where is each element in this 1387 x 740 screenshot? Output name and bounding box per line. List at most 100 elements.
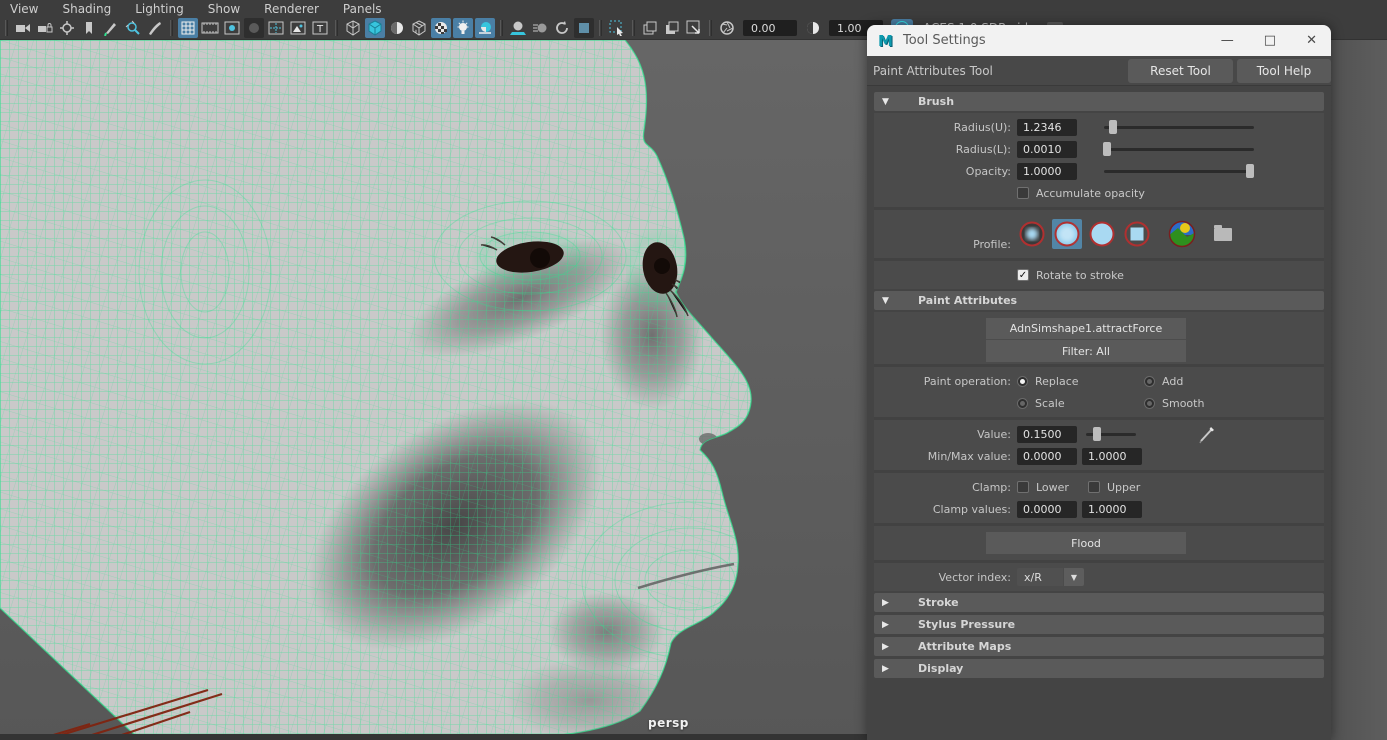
radius-l-field[interactable]: 0.0010 bbox=[1017, 141, 1077, 158]
section-header-stroke[interactable]: ▶ Stroke bbox=[874, 593, 1324, 612]
toolbar-separator bbox=[335, 20, 338, 36]
radio-add[interactable] bbox=[1144, 376, 1155, 387]
section-header-brush[interactable]: ▼ Brush bbox=[874, 92, 1324, 111]
toolbar-separator bbox=[170, 20, 173, 36]
rotate-to-stroke-checkbox[interactable]: ✓ bbox=[1017, 269, 1029, 281]
layer-paste-icon[interactable] bbox=[662, 18, 682, 38]
ssao-icon[interactable] bbox=[508, 18, 528, 38]
tool-help-button[interactable]: Tool Help bbox=[1237, 59, 1331, 83]
accumulate-opacity-checkbox[interactable] bbox=[1017, 187, 1029, 199]
bookmark-icon[interactable] bbox=[79, 18, 99, 38]
3d-viewport[interactable]: persp bbox=[0, 40, 867, 740]
section-header-display[interactable]: ▶ Display bbox=[874, 659, 1324, 678]
hud-text-icon[interactable]: T bbox=[310, 18, 330, 38]
vector-index-dropdown[interactable]: x/R ▼ bbox=[1017, 568, 1084, 586]
profile-solid-icon[interactable] bbox=[1087, 219, 1117, 249]
section-header-stylus-pressure[interactable]: ▶ Stylus Pressure bbox=[874, 615, 1324, 634]
opacity-field[interactable]: 1.0000 bbox=[1017, 163, 1077, 180]
resolution-gate-icon[interactable] bbox=[222, 18, 242, 38]
clamp-upper-checkbox[interactable] bbox=[1088, 481, 1100, 493]
value-slider[interactable] bbox=[1086, 427, 1136, 441]
menu-shading[interactable]: Shading bbox=[62, 2, 111, 16]
chevron-down-icon: ▼ bbox=[1064, 568, 1084, 586]
brush-icon[interactable] bbox=[145, 18, 165, 38]
menu-lighting[interactable]: Lighting bbox=[135, 2, 184, 16]
snapshot-icon[interactable] bbox=[684, 18, 704, 38]
exposure-field[interactable]: 0.00 bbox=[743, 20, 797, 36]
tool-settings-window: M Tool Settings — □ ✕ Paint Attributes T… bbox=[867, 25, 1331, 740]
profile-square-icon[interactable] bbox=[1122, 219, 1152, 249]
dock-gutter bbox=[1331, 26, 1387, 740]
radius-l-slider[interactable] bbox=[1104, 142, 1254, 156]
gamma-icon[interactable] bbox=[803, 18, 823, 38]
tool-settings-panel: ▼ Brush Radius(U): 1.2346 Radius(L): 0.0… bbox=[867, 86, 1331, 740]
maximize-icon[interactable]: □ bbox=[1264, 33, 1276, 48]
exposure-icon[interactable] bbox=[717, 18, 737, 38]
wireframe-cube-icon[interactable] bbox=[343, 18, 363, 38]
attribute-select-button[interactable]: AdnSimshape1.attractForce bbox=[986, 318, 1186, 340]
head-mesh bbox=[0, 40, 867, 740]
camera-icon[interactable] bbox=[13, 18, 33, 38]
isolate-select-icon[interactable] bbox=[607, 18, 627, 38]
shadows-icon[interactable] bbox=[475, 18, 495, 38]
smooth-shaded-cube-icon[interactable] bbox=[365, 18, 385, 38]
svg-text:T: T bbox=[316, 24, 324, 35]
image-plane-icon[interactable] bbox=[288, 18, 308, 38]
camera-lock-icon[interactable] bbox=[35, 18, 55, 38]
flood-button[interactable]: Flood bbox=[986, 532, 1186, 554]
window-title: Tool Settings bbox=[903, 33, 986, 48]
clamp-max-field[interactable]: 1.0000 bbox=[1082, 501, 1142, 518]
radio-replace[interactable] bbox=[1017, 376, 1028, 387]
clamp-lower-checkbox[interactable] bbox=[1017, 481, 1029, 493]
clamp-min-field[interactable]: 0.0000 bbox=[1017, 501, 1077, 518]
pan-zoom-icon[interactable] bbox=[123, 18, 143, 38]
rotate-to-stroke-row: ✓ Rotate to stroke bbox=[874, 264, 1324, 286]
value-field[interactable]: 0.1500 bbox=[1017, 426, 1077, 443]
flat-shaded-sphere-icon[interactable] bbox=[387, 18, 407, 38]
section-header-paint-attributes[interactable]: ▼ Paint Attributes bbox=[874, 291, 1324, 310]
radio-smooth[interactable] bbox=[1144, 398, 1155, 409]
window-titlebar[interactable]: M Tool Settings — □ ✕ bbox=[867, 25, 1331, 56]
camera-name-label: persp bbox=[648, 716, 689, 730]
section-header-attribute-maps[interactable]: ▶ Attribute Maps bbox=[874, 637, 1324, 656]
radio-scale[interactable] bbox=[1017, 398, 1028, 409]
field-chart-icon[interactable] bbox=[266, 18, 286, 38]
filter-button[interactable]: Filter: All bbox=[986, 340, 1186, 362]
browse-folder-icon[interactable] bbox=[1214, 228, 1232, 241]
profile-gaussian-icon[interactable] bbox=[1017, 219, 1047, 249]
menu-renderer[interactable]: Renderer bbox=[264, 2, 319, 16]
grease-pencil-icon[interactable] bbox=[101, 18, 121, 38]
radius-u-field[interactable]: 1.2346 bbox=[1017, 119, 1077, 136]
menu-panels[interactable]: Panels bbox=[343, 2, 382, 16]
grid-toggle-icon[interactable] bbox=[178, 18, 198, 38]
layer-copy-icon[interactable] bbox=[640, 18, 660, 38]
paint-operation-row-2: Scale Smooth bbox=[874, 392, 1324, 414]
radius-u-slider[interactable] bbox=[1104, 120, 1254, 134]
viewport-renderer-icon[interactable] bbox=[574, 18, 594, 38]
textured-cube-icon[interactable] bbox=[409, 18, 429, 38]
close-icon[interactable]: ✕ bbox=[1306, 33, 1317, 48]
profile-soft-icon[interactable] bbox=[1052, 219, 1082, 249]
checkered-material-icon[interactable] bbox=[431, 18, 451, 38]
reset-tool-button[interactable]: Reset Tool bbox=[1128, 59, 1233, 83]
loop-refresh-icon[interactable] bbox=[552, 18, 572, 38]
opacity-slider[interactable] bbox=[1104, 164, 1254, 178]
toolbar-separator bbox=[632, 20, 635, 36]
menu-show[interactable]: Show bbox=[208, 2, 240, 16]
film-gate-icon[interactable] bbox=[200, 18, 220, 38]
eyedropper-pen-icon[interactable] bbox=[1198, 424, 1218, 444]
value-row: Value: 0.1500 bbox=[874, 423, 1324, 445]
profile-file-image-icon[interactable] bbox=[1167, 219, 1197, 249]
viewport-bottom-edge bbox=[0, 734, 867, 740]
menu-view[interactable]: View bbox=[10, 2, 38, 16]
maya-logo-icon: M bbox=[877, 32, 894, 49]
max-value-field[interactable]: 1.0000 bbox=[1082, 448, 1142, 465]
gate-mask-icon[interactable] bbox=[244, 18, 264, 38]
clamp-values-row: Clamp values: 0.0000 1.0000 bbox=[874, 498, 1324, 520]
motion-blur-icon[interactable] bbox=[530, 18, 550, 38]
min-value-field[interactable]: 0.0000 bbox=[1017, 448, 1077, 465]
lights-icon[interactable] bbox=[453, 18, 473, 38]
camera-gear-icon[interactable] bbox=[57, 18, 77, 38]
minimize-icon[interactable]: — bbox=[1221, 33, 1234, 48]
paint-operation-row-1: Paint operation: Replace Add bbox=[874, 370, 1324, 392]
